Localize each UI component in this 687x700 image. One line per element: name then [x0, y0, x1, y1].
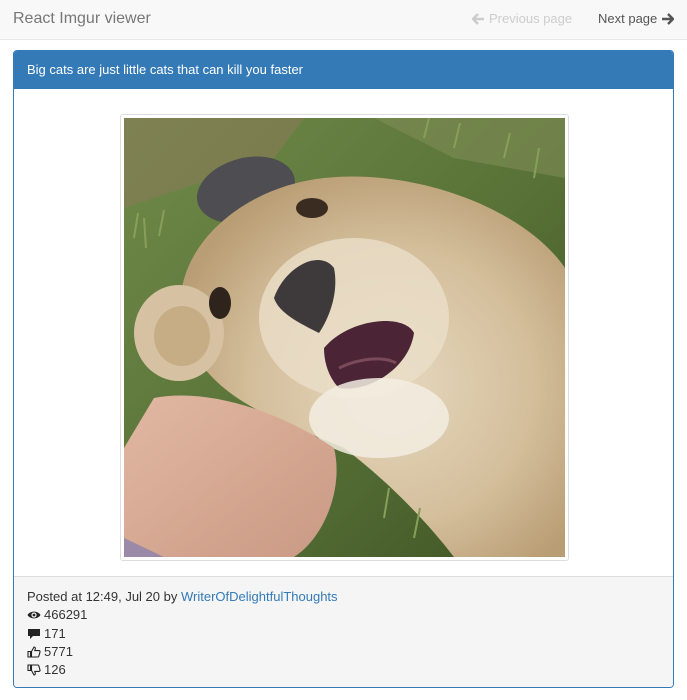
image-thumbnail[interactable]	[120, 114, 569, 561]
eye-icon	[27, 612, 41, 619]
downvotes-stat: 126	[27, 661, 660, 679]
next-page-link[interactable]: Next page	[598, 10, 675, 28]
app-brand[interactable]: React Imgur viewer	[13, 9, 151, 29]
navbar: React Imgur viewer Previous page Next pa…	[0, 0, 687, 40]
arrow-left-icon	[472, 13, 484, 25]
views-count: 466291	[44, 607, 88, 623]
downvotes-count: 126	[44, 662, 66, 678]
posted-line: Posted at 12:49, Jul 20 by WriterOfDelig…	[27, 588, 660, 606]
thumbs-down-icon	[27, 664, 41, 676]
comments-count: 171	[44, 625, 66, 641]
previous-page-link[interactable]: Previous page	[472, 10, 572, 28]
post-footer: Posted at 12:49, Jul 20 by WriterOfDelig…	[14, 576, 673, 687]
post-image[interactable]	[124, 118, 565, 557]
next-page-label: Next page	[598, 11, 658, 26]
posted-prefix: Posted at	[27, 589, 82, 604]
author-link[interactable]: WriterOfDelightfulThoughts	[181, 589, 338, 604]
previous-page-label: Previous page	[489, 11, 573, 26]
upvotes-stat: 5771	[27, 643, 660, 661]
comment-icon	[28, 628, 40, 639]
arrow-right-icon	[662, 13, 675, 25]
comments-stat: 171	[27, 625, 660, 643]
posted-by-word: by	[163, 589, 178, 604]
thumbs-up-icon	[27, 646, 41, 658]
upvotes-count: 5771	[44, 643, 73, 659]
posted-time: 12:49, Jul 20	[85, 589, 161, 604]
post-body	[14, 89, 673, 576]
post-panel: Big cats are just little cats that can k…	[13, 50, 674, 688]
post-title: Big cats are just little cats that can k…	[14, 51, 673, 89]
views-stat: 466291	[27, 606, 660, 624]
